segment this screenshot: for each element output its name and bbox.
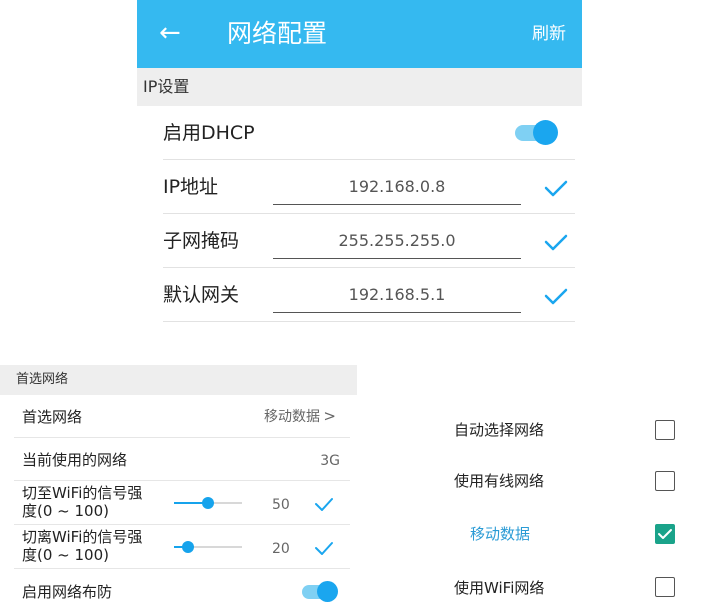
toggle-knob bbox=[533, 120, 558, 145]
switch-to-wifi-value: 50 bbox=[272, 497, 290, 513]
switch-to-wifi-label-2: 度(0 ~ 100) bbox=[22, 502, 109, 520]
switch-to-wifi-row: 切至WiFi的信号强 度(0 ~ 100) 50 bbox=[14, 481, 350, 525]
refresh-button[interactable]: 刷新 bbox=[532, 22, 566, 46]
section-title: 首选网络 bbox=[16, 372, 69, 387]
checkbox-checked[interactable] bbox=[655, 524, 675, 544]
dhcp-row: 启用DHCP bbox=[163, 106, 575, 160]
network-options-panel: 自动选择网络 使用有线网络 移动数据 使用WiFi网络 bbox=[420, 400, 721, 613]
dhcp-label: 启用DHCP bbox=[163, 122, 255, 144]
option-label: 使用有线网络 bbox=[454, 472, 545, 490]
section-title: IP设置 bbox=[143, 77, 190, 96]
dhcp-toggle[interactable] bbox=[515, 120, 558, 146]
current-network-row: 当前使用的网络 3G bbox=[14, 438, 350, 481]
option-label: 使用WiFi网络 bbox=[454, 579, 545, 597]
section-header-ip: IP设置 bbox=[137, 68, 582, 106]
app-bar: ← 网络配置 刷新 bbox=[137, 0, 582, 68]
current-network-label: 当前使用的网络 bbox=[22, 451, 128, 469]
network-arming-row: 启用网络布防 bbox=[14, 569, 350, 613]
confirm-check-icon[interactable] bbox=[541, 227, 571, 257]
switch-to-wifi-label-1: 切至WiFi的信号强 bbox=[22, 484, 143, 502]
network-arming-label: 启用网络布防 bbox=[22, 583, 113, 601]
preferred-network-row[interactable]: 首选网络 移动数据 > bbox=[14, 395, 350, 438]
default-gateway-input[interactable]: 192.168.5.1 bbox=[273, 282, 521, 313]
network-config-panel: ← 网络配置 刷新 IP设置 启用DHCP IP地址 192.168.0.8 子… bbox=[137, 0, 582, 330]
option-auto-select[interactable]: 自动选择网络 bbox=[420, 402, 721, 454]
default-gateway-row: 默认网关 192.168.5.1 bbox=[163, 268, 575, 322]
option-mobile-data[interactable]: 移动数据 bbox=[420, 508, 721, 560]
confirm-check-icon[interactable] bbox=[312, 492, 336, 516]
switch-from-wifi-slider[interactable] bbox=[174, 540, 242, 554]
switch-to-wifi-slider[interactable] bbox=[174, 496, 242, 510]
back-arrow-icon[interactable]: ← bbox=[159, 17, 181, 49]
option-wifi[interactable]: 使用WiFi网络 bbox=[420, 561, 721, 613]
toggle-knob bbox=[317, 581, 338, 602]
checkbox[interactable] bbox=[655, 471, 675, 491]
confirm-check-icon[interactable] bbox=[541, 281, 571, 311]
switch-from-wifi-label-2: 度(0 ~ 100) bbox=[22, 546, 109, 564]
option-wired[interactable]: 使用有线网络 bbox=[420, 455, 721, 507]
chevron-right-icon: > bbox=[323, 407, 336, 425]
confirm-check-icon[interactable] bbox=[541, 173, 571, 203]
switch-from-wifi-row: 切离WiFi的信号强 度(0 ~ 100) 20 bbox=[14, 525, 350, 569]
slider-thumb[interactable] bbox=[202, 497, 214, 509]
checkbox[interactable] bbox=[655, 577, 675, 597]
confirm-check-icon[interactable] bbox=[312, 536, 336, 560]
ip-address-input[interactable]: 192.168.0.8 bbox=[273, 174, 521, 205]
option-label: 移动数据 bbox=[470, 525, 531, 543]
page-title: 网络配置 bbox=[227, 19, 328, 48]
network-arming-toggle[interactable] bbox=[302, 581, 338, 603]
subnet-mask-row: 子网掩码 255.255.255.0 bbox=[163, 214, 575, 268]
current-network-value: 3G bbox=[320, 453, 340, 469]
switch-from-wifi-label-1: 切离WiFi的信号强 bbox=[22, 528, 143, 546]
preferred-network-label: 首选网络 bbox=[22, 408, 83, 426]
subnet-mask-input[interactable]: 255.255.255.0 bbox=[273, 228, 521, 259]
checkbox[interactable] bbox=[655, 420, 675, 440]
preferred-network-panel: 首选网络 首选网络 移动数据 > 当前使用的网络 3G 切至WiFi的信号强 度… bbox=[0, 365, 357, 613]
switch-from-wifi-value: 20 bbox=[272, 541, 290, 557]
subnet-mask-label: 子网掩码 bbox=[163, 230, 240, 252]
option-label: 自动选择网络 bbox=[454, 421, 545, 439]
section-header-preferred: 首选网络 bbox=[0, 365, 357, 395]
slider-thumb[interactable] bbox=[182, 541, 194, 553]
ip-address-label: IP地址 bbox=[163, 176, 219, 198]
check-icon bbox=[658, 529, 672, 539]
ip-address-row: IP地址 192.168.0.8 bbox=[163, 160, 575, 214]
preferred-network-value: 移动数据 bbox=[264, 409, 320, 425]
default-gateway-label: 默认网关 bbox=[163, 284, 240, 306]
row-divider bbox=[163, 321, 575, 322]
